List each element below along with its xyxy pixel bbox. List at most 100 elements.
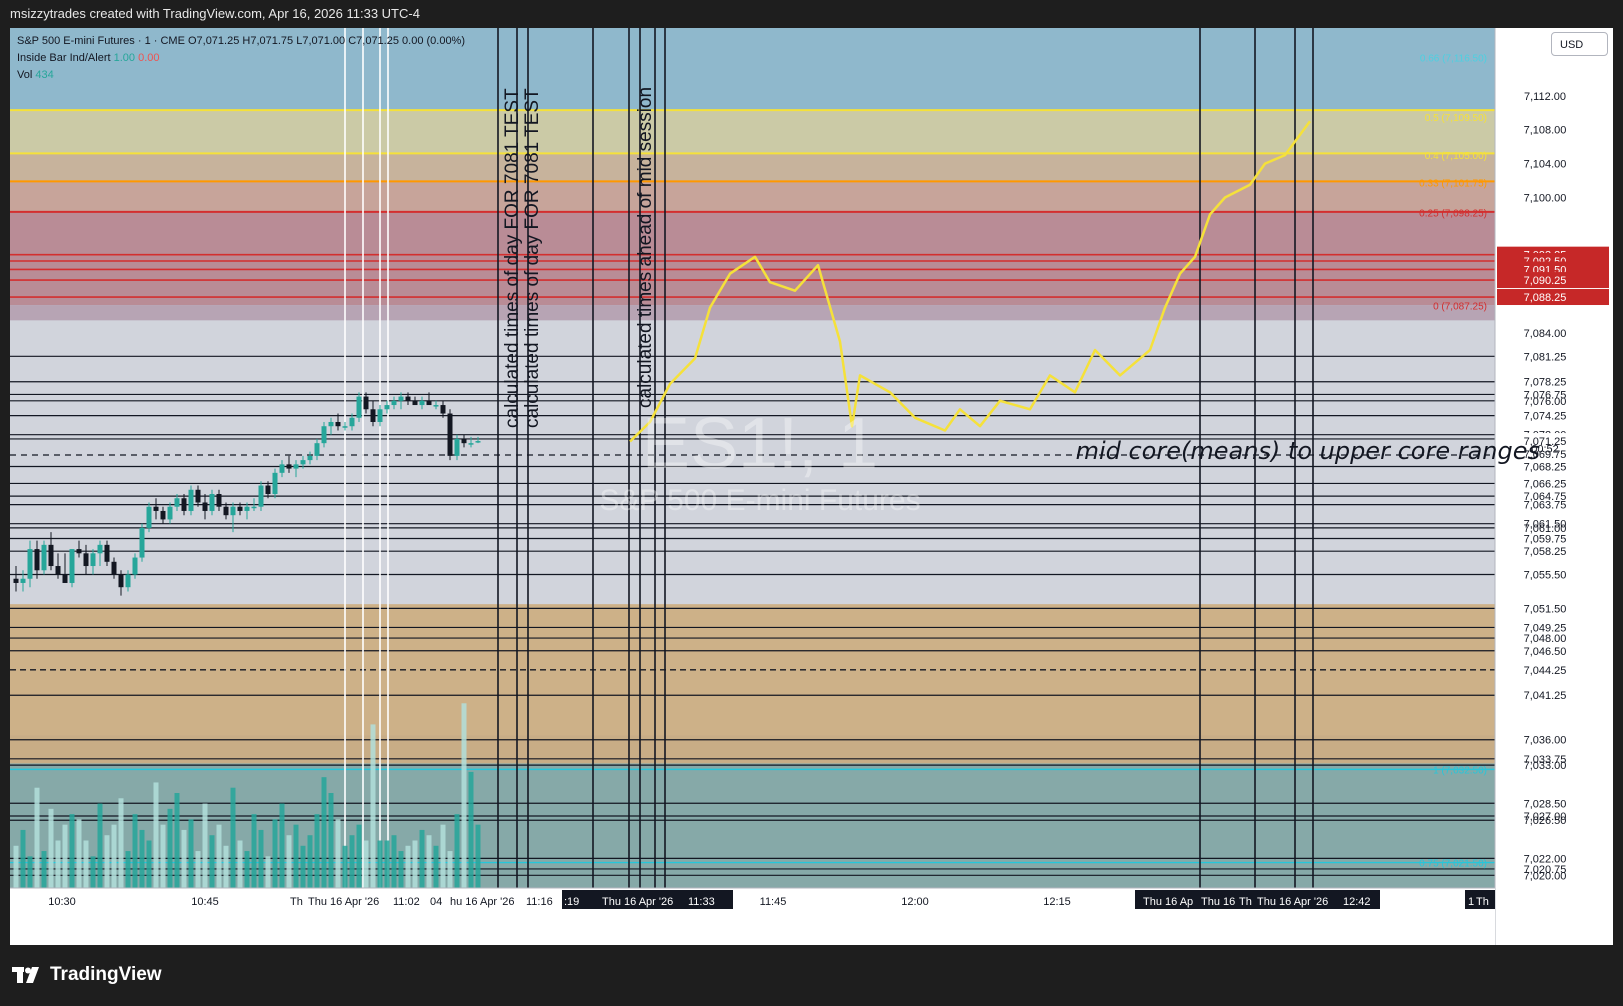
price-label-26: 7,048.00: [1524, 633, 1567, 645]
candle-body: [398, 396, 404, 401]
candle-body: [391, 400, 397, 406]
candle-body: [111, 561, 117, 575]
footer-bar: [0, 945, 1623, 1006]
vertical-annotation-2: calculated times of day FOR 7081 TEST: [522, 88, 543, 428]
volume-bar: [454, 814, 460, 888]
price-label-8: 7,076.00: [1524, 396, 1567, 408]
volume-bar: [300, 845, 306, 888]
candle-body: [272, 472, 278, 495]
volume-bar: [398, 851, 404, 888]
currency-selector[interactable]: USD: [1551, 32, 1608, 56]
volume-bar: [97, 803, 103, 888]
volume-bar: [125, 851, 131, 888]
candle-body: [167, 506, 173, 520]
volume-bar: [328, 793, 334, 888]
candle-body: [90, 553, 96, 567]
candlesticks: [13, 392, 481, 596]
time-highlight-label: 11:16: [526, 896, 553, 908]
candle-body: [265, 485, 271, 495]
price-label-3: 7,100.00: [1524, 192, 1567, 204]
volume-bar: [468, 771, 474, 888]
price-label-16: 7,066.25: [1524, 478, 1567, 490]
time-highlight-label: 12:42: [1343, 896, 1371, 908]
volume-bar: [447, 851, 453, 888]
candle-body: [27, 549, 33, 579]
volume-bar: [160, 824, 166, 888]
candle-body: [307, 455, 313, 461]
volume-bar: [118, 798, 124, 888]
volume-bar: [377, 840, 383, 888]
candle-body: [223, 506, 229, 516]
volume-bar: [76, 819, 82, 888]
tradingview-logo-icon: [12, 967, 39, 983]
volume-bar: [244, 851, 250, 888]
tradingview-logo[interactable]: TradingView: [12, 964, 162, 986]
candle-body: [139, 527, 145, 558]
volume-bar: [34, 787, 40, 888]
candle-body: [314, 443, 320, 456]
volume-bar: [412, 840, 418, 888]
volume-bar: [370, 724, 376, 888]
vol-value: 434: [35, 69, 54, 81]
time-highlight-label: 11:33: [688, 896, 715, 908]
candle-body: [48, 544, 54, 567]
candle-body: [174, 498, 180, 507]
price-label-33: 7,028.50: [1524, 798, 1567, 810]
tradingview-logo-text: TradingView: [50, 964, 162, 985]
candle-body: [97, 544, 103, 554]
symbol-ohlc-line: S&P 500 E-mini Futures · 1 · CME O7,071.…: [17, 35, 466, 47]
candle-body: [286, 464, 292, 469]
volume-bar: [139, 829, 145, 888]
chart-legend: S&P 500 E-mini Futures · 1 · CME O7,071.…: [17, 33, 465, 84]
inside-bar-indicator[interactable]: Inside Bar Ind/Alert 1.00 0.00: [17, 50, 465, 67]
volume-bar: [27, 856, 33, 888]
candle-body: [356, 396, 362, 418]
volume-bar: [440, 824, 446, 888]
volume-bar: [321, 777, 327, 888]
candle-body: [41, 544, 47, 571]
price-label-30: 7,036.00: [1524, 735, 1567, 747]
price-label-1: 7,108.00: [1524, 125, 1567, 137]
volume-bar: [265, 856, 271, 888]
candle-body: [83, 553, 89, 567]
fib-label-4: 0.25 (7,098.25): [1419, 208, 1487, 219]
volume-bar: [384, 840, 390, 888]
candle-body: [419, 400, 425, 406]
candle-body: [13, 578, 19, 583]
candle-body: [146, 506, 152, 528]
volume-bar: [419, 829, 425, 888]
candle-body: [342, 426, 348, 428]
candle-body: [125, 574, 131, 588]
volume-bar: [195, 851, 201, 888]
watermark-name: S&P 500 E-mini Futures: [599, 484, 920, 517]
candle-body: [216, 494, 222, 507]
candle-body: [433, 405, 439, 407]
time-highlight-label: 1: [1468, 896, 1474, 908]
volume-bar: [335, 819, 341, 888]
fib-label-5: 0 (7,087.25): [1433, 301, 1487, 312]
candle-body: [461, 438, 467, 444]
candle-body: [209, 494, 215, 511]
candle-body: [55, 566, 61, 575]
price-label-5: 7,081.25: [1524, 351, 1567, 363]
volume-bar: [90, 856, 96, 888]
price-label-22: 7,058.25: [1524, 546, 1567, 558]
volume-bar: [181, 829, 187, 888]
chart-pane[interactable]: 0.66 (7,116.50) 0.5 (7,109.50) 0.4 (7,105.…: [10, 28, 1613, 945]
volume-bar: [216, 824, 222, 888]
volume-bar: [223, 845, 229, 888]
candle-body: [181, 498, 187, 511]
red-price-label-4: 7,088.25: [1524, 292, 1567, 304]
chart-canvas[interactable]: 0.66 (7,116.50) 0.5 (7,109.50) 0.4 (7,105.…: [10, 28, 1613, 945]
candle-body: [279, 464, 285, 473]
price-label-21: 7,059.75: [1524, 533, 1567, 545]
inside-bar-value-2: 0.00: [138, 52, 160, 64]
volume-bar: [230, 787, 236, 888]
candle-body: [251, 506, 257, 509]
time-highlight-label: 04: [430, 896, 442, 908]
candle-body: [118, 574, 124, 588]
candle-body: [76, 549, 82, 554]
candle-body: [335, 421, 341, 427]
fib-label-3: 0.33 (7,101.75): [1419, 179, 1487, 190]
volume-indicator[interactable]: Vol 434: [17, 67, 465, 84]
